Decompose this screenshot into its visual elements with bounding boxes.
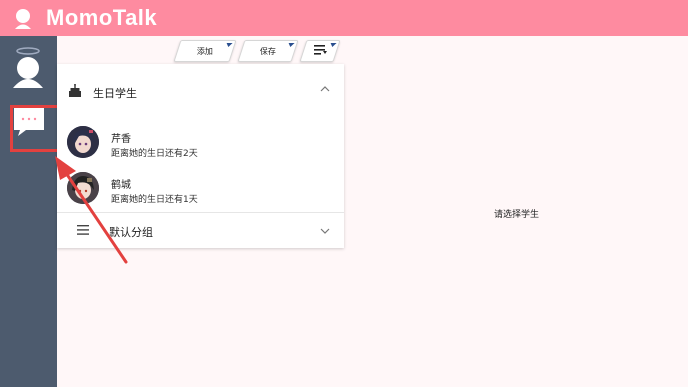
student-group-list: 生日学生 芹香 距离她的生日还有2天 鹤城 距离她的生日还有1天 默认分组 bbox=[57, 64, 344, 248]
add-button[interactable]: 添加 bbox=[173, 40, 237, 62]
chevron-down-icon[interactable] bbox=[320, 228, 330, 234]
empty-selection-hint: 请选择学生 bbox=[494, 210, 540, 220]
student-list-icon[interactable] bbox=[5, 42, 51, 92]
student-avatar bbox=[67, 172, 99, 204]
main-area: 添加 保存 生日学生 芹香 距离她的生日还有2天 鹤城 距离她的生日还有1天 默… bbox=[57, 36, 688, 387]
sidebar bbox=[0, 36, 57, 387]
add-button-label: 添加 bbox=[197, 46, 213, 56]
save-button[interactable]: 保存 bbox=[237, 40, 299, 62]
cake-icon bbox=[69, 84, 81, 97]
group-title: 默认分组 bbox=[109, 226, 153, 239]
student-item[interactable]: 鹤城 距离她的生日还有1天 bbox=[57, 168, 344, 212]
corner-marker-icon bbox=[225, 43, 233, 47]
save-button-label: 保存 bbox=[260, 46, 276, 56]
list-menu-icon bbox=[313, 45, 327, 57]
student-item[interactable]: 芹香 距离她的生日还有2天 bbox=[57, 122, 344, 166]
student-birthday-note: 距离她的生日还有2天 bbox=[111, 149, 198, 159]
momotalk-logo-icon bbox=[15, 9, 31, 29]
list-icon bbox=[77, 225, 89, 235]
menu-button[interactable] bbox=[299, 40, 341, 62]
corner-marker-icon bbox=[287, 43, 295, 47]
student-name: 芹香 bbox=[111, 134, 131, 145]
chevron-up-icon[interactable] bbox=[320, 86, 330, 92]
corner-marker-icon bbox=[329, 43, 337, 47]
student-avatar bbox=[67, 126, 99, 158]
app-header: MomoTalk bbox=[0, 0, 688, 36]
student-birthday-note: 距离她的生日还有1天 bbox=[111, 195, 198, 205]
group-header-default[interactable]: 默认分组 bbox=[57, 213, 344, 248]
student-name: 鹤城 bbox=[111, 180, 131, 191]
group-header-birthday[interactable]: 生日学生 bbox=[57, 64, 344, 116]
app-title: MomoTalk bbox=[46, 5, 158, 30]
group-title: 生日学生 bbox=[93, 87, 137, 100]
